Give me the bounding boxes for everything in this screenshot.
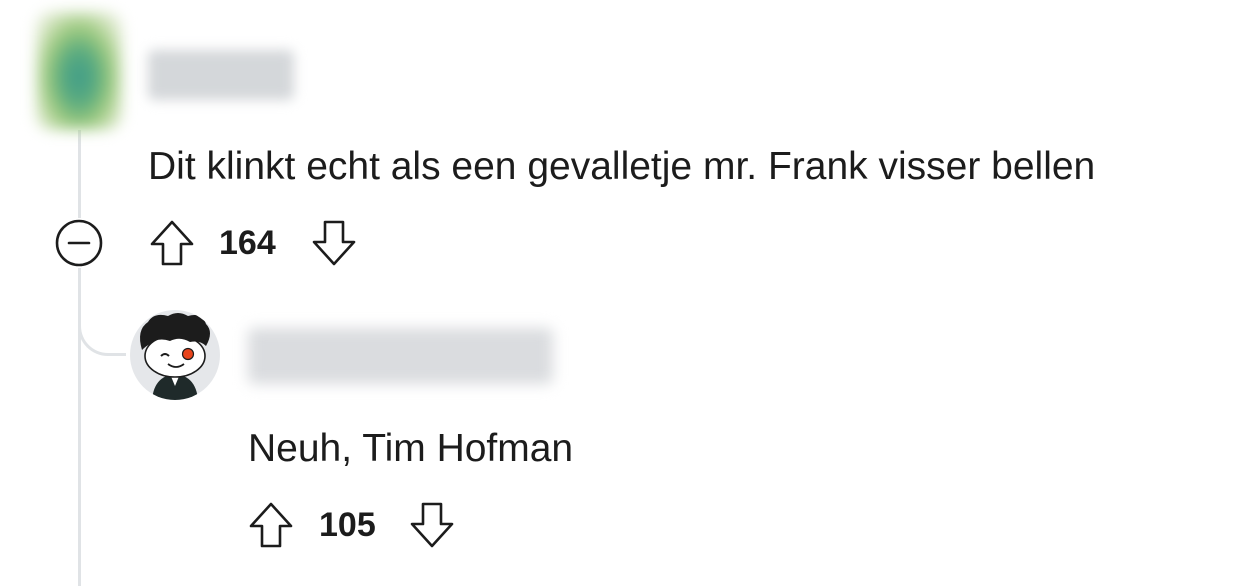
snoo-avatar-icon[interactable]: [130, 310, 220, 400]
username-redacted[interactable]: [248, 328, 553, 384]
vote-count: 105: [319, 506, 376, 544]
username-redacted[interactable]: [148, 50, 294, 100]
collapse-minus-icon[interactable]: [54, 218, 104, 268]
comment-body: Neuh, Tim Hofman: [248, 427, 574, 470]
upvote-arrow-icon[interactable]: [247, 501, 295, 549]
downvote-arrow-icon[interactable]: [310, 219, 358, 267]
avatar[interactable]: [36, 12, 122, 130]
comment-body: Dit klinkt echt als een gevalletje mr. F…: [148, 145, 1096, 188]
upvote-arrow-icon[interactable]: [148, 219, 196, 267]
downvote-arrow-icon[interactable]: [408, 501, 456, 549]
thread-line-top: [78, 130, 81, 218]
vote-count: 164: [219, 224, 276, 262]
reply-connector: [78, 300, 126, 356]
